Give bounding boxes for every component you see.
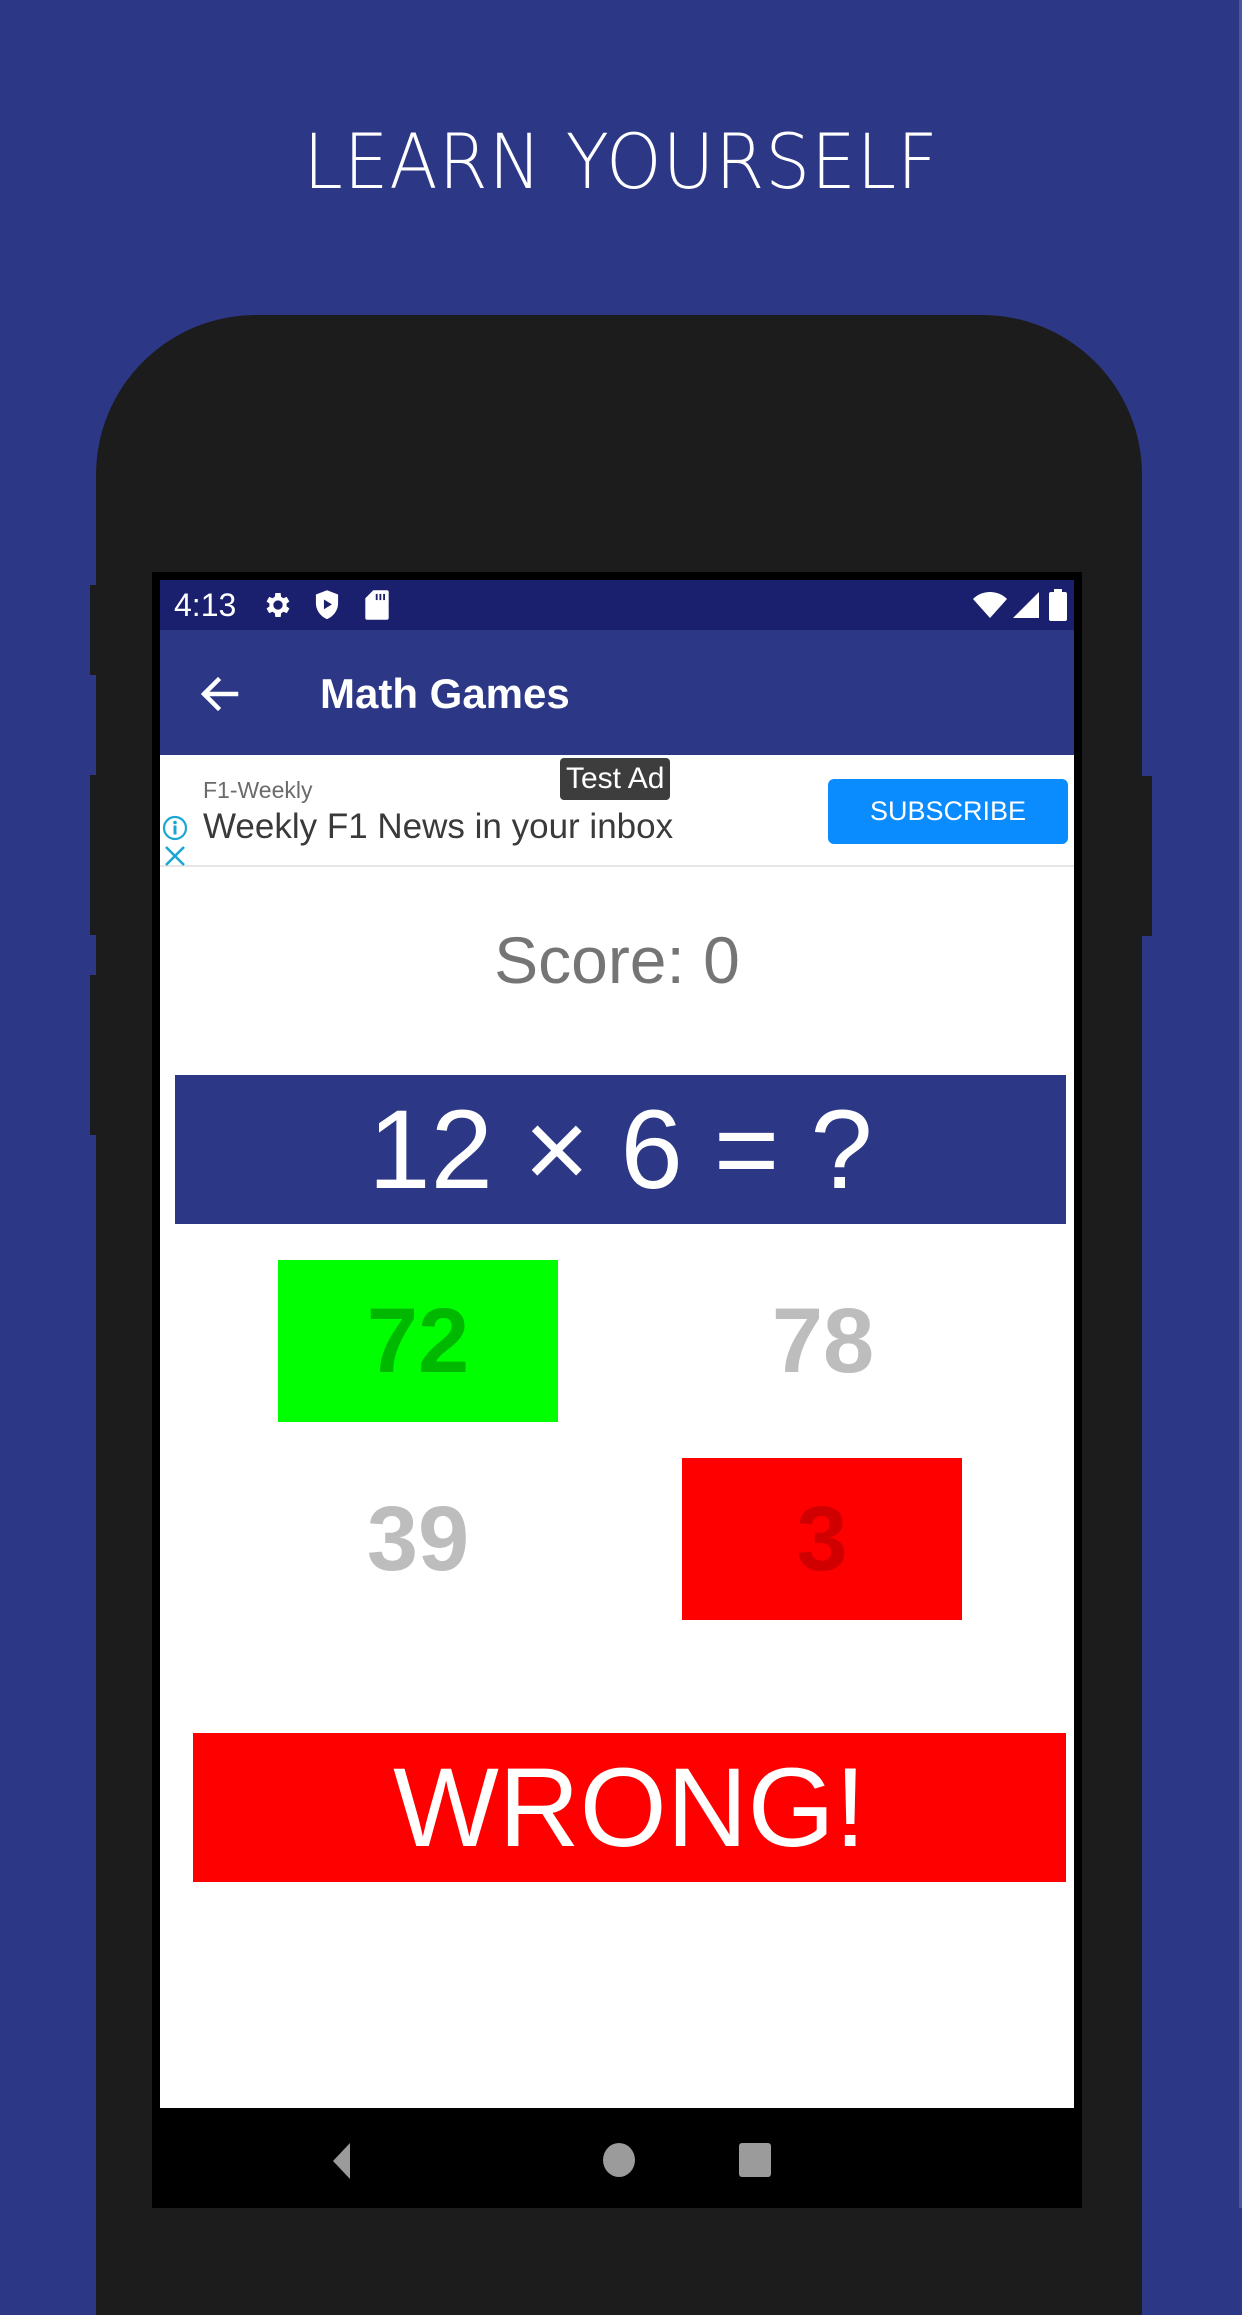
wifi-icon: [972, 591, 1008, 624]
sd-card-icon: [364, 589, 390, 626]
phone-side-button: [90, 585, 98, 675]
score-label: Score: 0: [494, 923, 740, 997]
phone-screen: 4:13 Math Games Test Ad F1-Weekly Weekly…: [160, 580, 1074, 2108]
status-time: 4:13: [174, 587, 237, 623]
answer-option[interactable]: 39: [278, 1458, 558, 1620]
shield-play-icon: [312, 589, 342, 626]
ad-advertiser: F1-Weekly: [203, 777, 313, 803]
system-nav-bar: [160, 2108, 1074, 2208]
test-ad-badge: Test Ad: [560, 758, 671, 800]
battery-icon: [1049, 589, 1067, 626]
recents-square-icon[interactable]: [738, 2142, 772, 2183]
info-icon[interactable]: [162, 815, 188, 846]
phone-side-button: [1140, 776, 1152, 936]
result-banner: WRONG!: [193, 1733, 1066, 1882]
phone-side-button: [90, 975, 98, 1135]
question-display: 12 × 6 = ?: [175, 1075, 1066, 1224]
app-bar: Math Games: [160, 630, 1074, 755]
app-title: Math Games: [320, 670, 570, 717]
gear-icon: [262, 589, 294, 626]
answer-option[interactable]: 3: [682, 1458, 962, 1620]
home-circle-icon[interactable]: [602, 2142, 636, 2183]
answer-option[interactable]: 78: [683, 1260, 963, 1422]
ad-banner[interactable]: Test Ad F1-Weekly Weekly F1 News in your…: [160, 755, 1074, 867]
ad-headline[interactable]: Weekly F1 News in your inbox: [203, 807, 673, 847]
subscribe-button[interactable]: SUBSCRIBE: [828, 779, 1068, 844]
back-triangle-icon[interactable]: [332, 2142, 352, 2185]
signal-icon: [1012, 591, 1040, 624]
phone-side-button: [90, 775, 98, 935]
promo-title: LEARN YOURSELF: [303, 117, 939, 206]
arrow-left-icon[interactable]: [196, 670, 244, 718]
close-icon[interactable]: [164, 845, 186, 872]
status-bar: 4:13: [160, 580, 1074, 630]
answer-option[interactable]: 72: [278, 1260, 558, 1422]
